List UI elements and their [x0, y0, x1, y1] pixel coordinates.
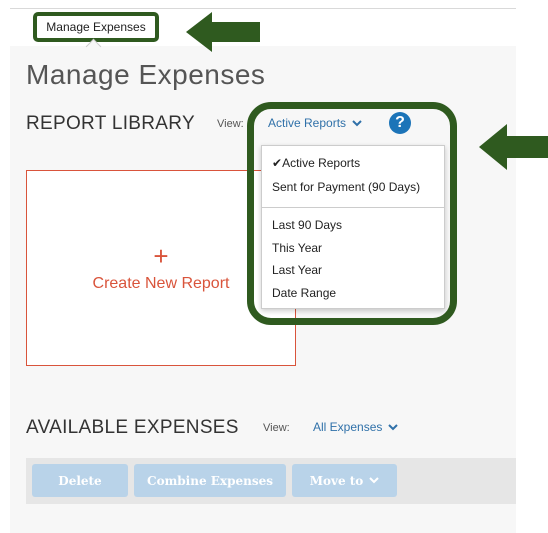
plus-icon: +	[153, 241, 169, 271]
report-view-value: Active Reports	[268, 116, 347, 130]
menu-item-last-year[interactable]: Last Year	[272, 263, 322, 277]
annotation-arrow-icon	[186, 12, 260, 52]
menu-item-last-90-days[interactable]: Last 90 Days	[272, 218, 342, 232]
menu-item-active-reports[interactable]: ✔Active Reports	[272, 156, 360, 170]
tab-manage-expenses[interactable]: Manage Expenses	[33, 12, 159, 42]
help-icon[interactable]: ?	[389, 112, 411, 134]
chevron-down-icon	[352, 119, 362, 126]
report-view-label: View:	[217, 118, 244, 130]
tab-label: Manage Expenses	[46, 20, 146, 34]
chevron-down-icon	[388, 423, 399, 430]
annotation-arrow-icon	[479, 124, 548, 170]
delete-button[interactable]: Delete	[32, 464, 128, 497]
available-expenses-title: AVAILABLE EXPENSES	[26, 417, 239, 438]
report-library-title: REPORT LIBRARY	[26, 113, 195, 134]
menu-item-date-range[interactable]: Date Range	[272, 286, 336, 300]
report-view-menu: ✔Active Reports Sent for Payment (90 Day…	[261, 145, 445, 309]
move-to-button[interactable]: Move to	[292, 464, 397, 497]
create-new-report-button[interactable]: + Create New Report	[26, 170, 296, 366]
menu-divider	[262, 207, 444, 208]
menu-item-sent-for-payment[interactable]: Sent for Payment (90 Days)	[272, 180, 420, 194]
create-new-report-label: Create New Report	[92, 275, 230, 292]
menu-item-this-year[interactable]: This Year	[272, 241, 322, 255]
top-divider	[10, 8, 516, 9]
expenses-view-label: View:	[263, 422, 290, 434]
combine-expenses-button[interactable]: Combine Expenses	[134, 464, 286, 497]
expenses-view-dropdown[interactable]: All Expenses	[313, 420, 399, 434]
check-icon: ✔	[272, 156, 283, 170]
expenses-view-value: All Expenses	[313, 420, 383, 434]
chevron-down-icon	[369, 477, 380, 484]
page-title: Manage Expenses	[26, 59, 266, 90]
report-view-dropdown[interactable]: Active Reports	[268, 116, 362, 130]
expenses-toolbar: Delete Combine Expenses Move to	[26, 458, 516, 504]
